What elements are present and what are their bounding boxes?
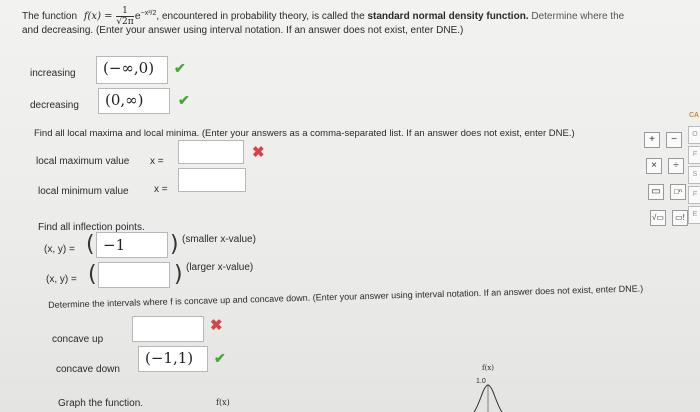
fraction-button[interactable]: ▭ (648, 184, 664, 200)
open-paren: ( (86, 232, 95, 257)
decreasing-input[interactable]: (0,∞) (98, 88, 170, 114)
concave-up-label: concave up (52, 334, 104, 345)
x-equals-label: x = (150, 156, 164, 167)
side-button[interactable]: S (688, 166, 700, 184)
side-button[interactable]: F (688, 186, 700, 204)
function-notation: f(x) = (83, 11, 113, 23)
intro-middle: , encountered in probability theory, is … (156, 11, 365, 23)
check-icon: ✔ (178, 92, 190, 108)
graph-label: Graph the function. (58, 398, 144, 409)
intro-cut: Determine where the (531, 11, 625, 23)
open-paren: ( (88, 262, 97, 287)
intro-prefix: The function (22, 11, 78, 23)
factorial-button[interactable]: ▭! (672, 210, 688, 226)
xy-label: (x, y) = (46, 274, 77, 285)
concave-down-label: concave down (56, 364, 120, 375)
minus-button[interactable]: − (666, 132, 682, 148)
inflection-smaller-input[interactable]: −1 (96, 232, 168, 258)
side-button[interactable]: O (688, 126, 700, 144)
graph-fx-right: f(x) (482, 364, 495, 372)
side-button[interactable]: E (688, 206, 700, 224)
intro-line: The function f(x) = 1 √2π e−x²/2, encoun… (22, 6, 624, 27)
inflection-smaller-value: −1 (103, 236, 126, 254)
local-min-input[interactable] (178, 168, 246, 192)
sqrt-button[interactable]: √▭ (650, 210, 666, 226)
decreasing-label: decreasing (30, 100, 79, 111)
intro-line-2: and decreasing. (Enter your answer using… (22, 25, 464, 36)
concave-down-input[interactable]: (−1,1) (138, 346, 208, 372)
close-paren: ) (174, 262, 183, 287)
times-button[interactable]: × (646, 158, 662, 174)
x-equals-label: x = (154, 184, 168, 195)
check-icon: ✔ (174, 60, 186, 76)
local-min-label: local minimum value (38, 186, 129, 197)
fraction-numerator: 1 (116, 6, 134, 17)
concave-up-input[interactable] (132, 316, 204, 342)
increasing-value: (−∞,0) (103, 59, 155, 77)
close-paren: ) (170, 232, 179, 257)
side-tab-label: CA (689, 112, 700, 119)
plus-button[interactable]: + (644, 132, 660, 148)
check-icon: ✔ (214, 350, 226, 366)
exp-superscript: −x²/2 (140, 9, 157, 17)
increasing-input[interactable]: (−∞,0) (96, 56, 168, 84)
fraction: 1 √2π (116, 6, 134, 27)
intro-bold: standard normal density function. (367, 11, 529, 23)
larger-x-label: (larger x-value) (186, 262, 254, 273)
power-button[interactable]: □ⁿ (670, 184, 686, 200)
divide-button[interactable]: ÷ (668, 158, 684, 174)
concave-down-value: (−1,1) (145, 349, 194, 367)
extrema-prompt: Find all local maxima and local minima. … (34, 128, 575, 139)
increasing-label: increasing (30, 68, 76, 79)
local-max-input[interactable] (178, 140, 244, 164)
inflection-larger-input[interactable] (98, 262, 170, 288)
graph-curve (473, 384, 503, 412)
side-button[interactable]: F (688, 146, 700, 164)
cross-icon: ✖ (252, 144, 265, 161)
cross-icon: ✖ (210, 317, 223, 334)
xy-label: (x, y) = (44, 244, 75, 255)
graph-fx-left: f(x) (216, 398, 230, 407)
decreasing-value: (0,∞) (105, 91, 144, 109)
smaller-x-label: (smaller x-value) (182, 234, 256, 245)
local-max-label: local maximum value (36, 156, 130, 167)
